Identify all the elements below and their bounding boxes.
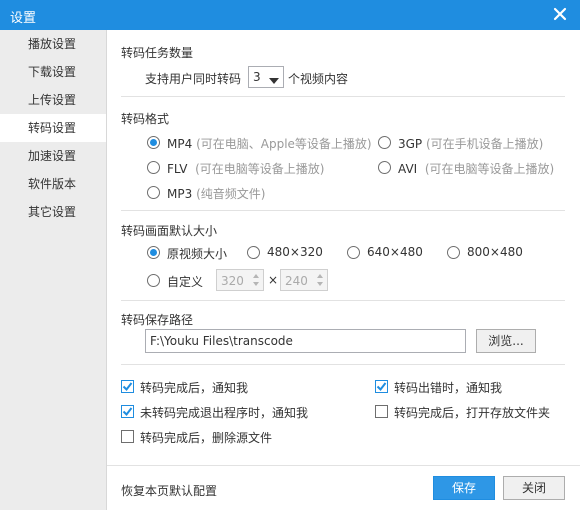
task-count-title: 转码任务数量 [121,46,194,60]
format-label-avi: AVI (可在电脑等设备上播放) [398,162,555,176]
format-hint-mp4: (可在电脑、Apple等设备上播放) [196,137,372,151]
sidebar-item-label: 下载设置 [28,65,77,79]
spin-arrows-icon [315,272,325,288]
sidebar: 播放设置 下载设置 上传设置 转码设置 加速设置 软件版本 其它设置 [0,30,107,510]
task-count-suffix: 个视频内容 [288,72,349,86]
task-count-select[interactable]: 3 [248,66,284,88]
settings-content: 转码任务数量 支持用户同时转码 3 个视频内容 转码格式 MP4 (可在电脑、A… [107,30,580,510]
sidebar-item-transcode[interactable]: 转码设置 [0,114,106,142]
notify-label-open-folder: 转码完成后，打开存放文件夹 [394,406,551,420]
custom-height-value: 240 [285,274,308,288]
format-label-3gp: 3GP (可在手机设备上播放) [398,137,544,151]
custom-height-stepper[interactable]: 240 [280,269,328,291]
notify-checkbox-delete-source[interactable] [121,430,134,443]
sidebar-item-label: 软件版本 [28,177,77,191]
sidebar-item-label: 加速设置 [28,149,77,163]
times-sign: × [268,273,279,287]
footer-divider [107,465,580,466]
section-divider [121,96,565,97]
size-radio-640x480[interactable] [347,246,360,259]
browse-button[interactable]: 浏览... [476,329,536,353]
format-radio-mp4[interactable] [147,136,160,149]
format-hint-flv: (可在电脑等设备上播放) [195,162,325,176]
title-bar: 设置 [0,0,580,30]
window-title: 设置 [10,11,37,26]
task-count-value: 3 [253,70,261,84]
section-divider [121,364,565,365]
format-radio-3gp[interactable] [378,136,391,149]
format-radio-mp3[interactable] [147,186,160,199]
save-button[interactable]: 保存 [433,476,495,500]
notify-label-error: 转码出错时，通知我 [394,381,503,395]
format-hint-3gp: (可在手机设备上播放) [426,137,544,151]
size-label-original: 原视频大小 [167,247,228,261]
spin-arrows-icon [251,272,261,288]
size-label-custom: 自定义 [167,275,204,289]
restore-defaults-link[interactable]: 恢复本页默认配置 [121,482,217,499]
notify-label-complete: 转码完成后，通知我 [140,381,249,395]
close-button[interactable]: 关闭 [503,476,565,500]
notify-checkbox-complete[interactable] [121,380,134,393]
sidebar-item-version[interactable]: 软件版本 [0,170,106,198]
format-label-mp3: MP3 (纯音频文件) [167,187,266,201]
format-title: 转码格式 [121,112,170,126]
size-radio-480x320[interactable] [247,246,260,259]
notify-label-exit: 未转码完成退出程序时，通知我 [140,406,309,420]
notify-checkbox-error[interactable] [375,380,388,393]
sidebar-item-label: 播放设置 [28,37,77,51]
save-path-input[interactable]: F:\Youku Files\transcode [145,329,466,353]
save-path-title: 转码保存路径 [121,313,194,327]
sidebar-item-download[interactable]: 下载设置 [0,58,106,86]
size-radio-800x480[interactable] [447,246,460,259]
sidebar-item-other[interactable]: 其它设置 [0,198,106,226]
format-label-flv: FLV (可在电脑等设备上播放) [167,162,325,176]
format-radio-flv[interactable] [147,161,160,174]
notify-checkbox-open-folder[interactable] [375,405,388,418]
size-radio-custom[interactable] [147,274,160,287]
save-path-value: F:\Youku Files\transcode [150,334,293,348]
format-radio-avi[interactable] [378,161,391,174]
close-icon[interactable] [550,4,570,24]
size-label-800x480: 800×480 [467,245,523,259]
sidebar-item-upload[interactable]: 上传设置 [0,86,106,114]
sidebar-item-label: 转码设置 [28,121,77,135]
format-hint-avi: (可在电脑等设备上播放) [424,162,555,176]
section-divider [121,210,565,211]
sidebar-item-label: 上传设置 [28,93,77,107]
sidebar-item-label: 其它设置 [28,205,77,219]
section-divider [121,300,565,301]
size-radio-original[interactable] [147,246,160,259]
sidebar-item-acceleration[interactable]: 加速设置 [0,142,106,170]
size-title: 转码画面默认大小 [121,224,218,238]
format-label-mp4: MP4 (可在电脑、Apple等设备上播放) [167,137,372,151]
size-label-640x480: 640×480 [367,245,423,259]
task-count-prefix: 支持用户同时转码 [145,72,242,86]
chevron-down-icon [269,74,279,88]
notify-checkbox-exit[interactable] [121,405,134,418]
notify-label-delete-source: 转码完成后，删除源文件 [140,431,273,445]
size-label-480x320: 480×320 [267,245,323,259]
sidebar-item-playback[interactable]: 播放设置 [0,30,106,58]
custom-width-stepper[interactable]: 320 [216,269,264,291]
format-hint-mp3: (纯音频文件) [196,187,266,201]
custom-width-value: 320 [221,274,244,288]
